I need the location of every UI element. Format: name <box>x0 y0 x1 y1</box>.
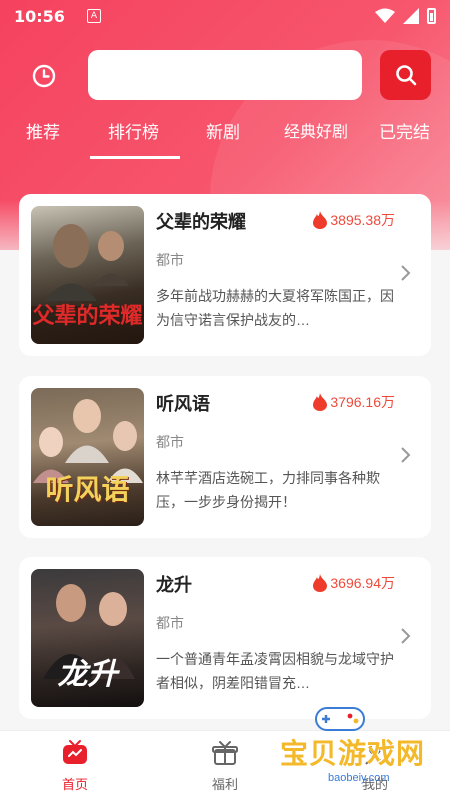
drama-title: 听风语 <box>156 394 210 414</box>
bottom-nav: 首页 福利 我的 <box>0 730 450 800</box>
drama-description: 林芊芊酒店选碗工，力排同事各种欺压，一步步身份揭开！ <box>156 470 380 510</box>
history-button[interactable] <box>30 62 58 90</box>
poster-title: 龙升 <box>57 657 118 692</box>
drama-description: 一个普通青年孟凌霄因相貌与龙域守护者相似，阴差阳错冒充… <box>156 651 394 691</box>
nav-welfare[interactable]: 福利 <box>190 739 260 793</box>
clock-icon <box>32 64 56 88</box>
search-button[interactable] <box>380 50 431 100</box>
battery-icon <box>427 8 436 24</box>
status-bar: 10:56 A <box>0 0 450 32</box>
drama-card[interactable]: 听风语 听风语 3796.16万 都市 林芊芊酒店选碗工，力排同事各种欺压，一步… <box>19 376 431 538</box>
wifi-icon <box>375 8 395 23</box>
nav-mine-label: 我的 <box>361 777 388 792</box>
nav-welfare-label: 福利 <box>211 777 238 792</box>
drama-card[interactable]: 父辈的荣耀 父辈的荣耀 3895.38万 都市 多年前战功赫赫的大夏将军陈国正，… <box>19 194 431 356</box>
user-icon <box>365 743 385 765</box>
nav-mine[interactable]: 我的 <box>340 739 410 793</box>
tab-classic[interactable]: 经典好剧 <box>284 118 348 142</box>
search-input[interactable] <box>88 50 362 100</box>
drama-title: 龙升 <box>156 575 192 595</box>
drama-description: 多年前战功赫赫的大夏将军陈国正，因为信守诺言保护战友的… <box>156 288 394 328</box>
search-icon <box>395 65 416 86</box>
fire-icon <box>313 574 328 592</box>
drama-genre: 都市 <box>156 615 184 631</box>
chevron-right-icon <box>401 265 411 281</box>
status-time: 10:56 <box>14 6 65 26</box>
category-tabs: 推荐 排行榜 新剧 经典好剧 已完结 <box>0 112 450 160</box>
drama-card[interactable]: 龙升 龙升 3696.94万 都市 一个普通青年孟凌霄因相貌与龙域守护者相似，阴… <box>19 557 431 719</box>
drama-poster: 父辈的荣耀 <box>31 206 144 344</box>
tab-completed[interactable]: 已完结 <box>379 118 430 143</box>
drama-title: 父辈的荣耀 <box>156 212 246 232</box>
notification-badge-icon: A <box>86 9 101 23</box>
drama-genre: 都市 <box>156 252 184 268</box>
chevron-right-icon <box>401 628 411 644</box>
tab-recommend[interactable]: 推荐 <box>26 118 60 143</box>
active-tab-indicator <box>90 156 180 159</box>
fire-icon <box>313 211 328 229</box>
status-icons <box>375 8 436 24</box>
heat-value: 3895.38万 <box>330 212 395 228</box>
heat-count: 3796.16万 <box>312 392 395 412</box>
tv-icon <box>63 740 87 764</box>
poster-title: 听风语 <box>45 473 130 506</box>
tab-ranking[interactable]: 排行榜 <box>108 118 159 143</box>
gift-icon <box>212 741 238 765</box>
poster-title: 父辈的荣耀 <box>32 303 143 329</box>
fire-icon <box>313 393 328 411</box>
tab-new[interactable]: 新剧 <box>206 118 240 143</box>
heat-value: 3796.16万 <box>330 394 395 410</box>
signal-icon <box>403 8 419 24</box>
heat-count: 3696.94万 <box>312 573 395 593</box>
chevron-right-icon <box>401 447 411 463</box>
drama-genre: 都市 <box>156 434 184 450</box>
drama-poster: 龙升 <box>31 569 144 707</box>
heat-count: 3895.38万 <box>312 210 395 230</box>
drama-poster: 听风语 <box>31 388 144 526</box>
heat-value: 3696.94万 <box>330 575 395 591</box>
nav-home-label: 首页 <box>61 777 88 792</box>
nav-home[interactable]: 首页 <box>40 739 110 793</box>
